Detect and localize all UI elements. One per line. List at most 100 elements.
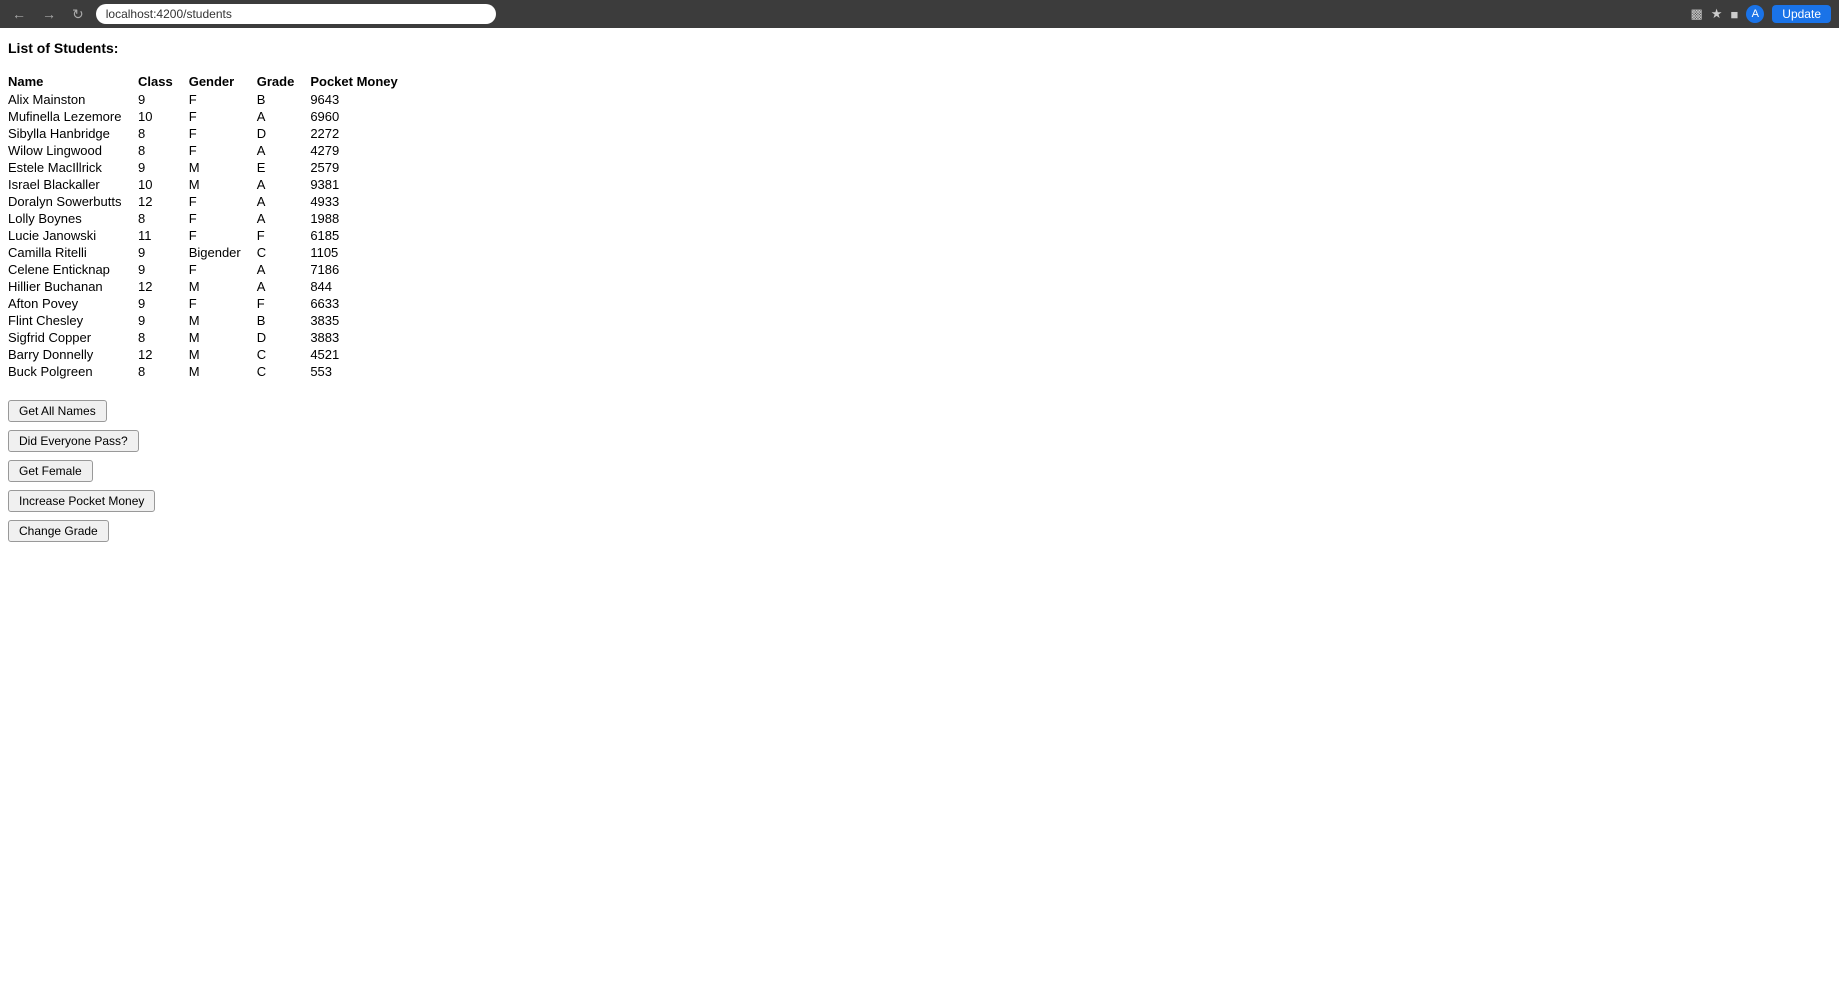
table-row: Doralyn Sowerbutts12FA4933 <box>8 193 414 210</box>
table-row: Barry Donnelly12MC4521 <box>8 346 414 363</box>
page-content: List of Students: Name Class Gender Grad… <box>0 28 1839 554</box>
table-row: Hillier Buchanan12MA844 <box>8 278 414 295</box>
cell-name: Afton Povey <box>8 295 138 312</box>
cell-class: 9 <box>138 91 189 108</box>
cell-name: Mufinella Lezemore <box>8 108 138 125</box>
cell-gender: F <box>189 108 257 125</box>
increase-pocket-money-button[interactable]: Increase Pocket Money <box>8 490 155 512</box>
table-row: Estele MacIllrick9ME2579 <box>8 159 414 176</box>
cell-name: Estele MacIllrick <box>8 159 138 176</box>
cell-gender: F <box>189 193 257 210</box>
cell-name: Flint Chesley <box>8 312 138 329</box>
header-gender: Gender <box>189 72 257 91</box>
table-row: Flint Chesley9MB3835 <box>8 312 414 329</box>
cell-gender: F <box>189 91 257 108</box>
cell-gender: F <box>189 142 257 159</box>
url-text: localhost:4200/students <box>106 7 232 21</box>
cell-pocket_money: 844 <box>310 278 413 295</box>
cell-name: Lucie Janowski <box>8 227 138 244</box>
cell-gender: F <box>189 261 257 278</box>
table-row: Alix Mainston9FB9643 <box>8 91 414 108</box>
cell-name: Israel Blackaller <box>8 176 138 193</box>
back-button[interactable]: ← <box>8 4 30 24</box>
cell-grade: D <box>257 125 311 142</box>
cell-class: 9 <box>138 261 189 278</box>
did-everyone-pass-button[interactable]: Did Everyone Pass? <box>8 430 139 452</box>
cell-class: 10 <box>138 108 189 125</box>
cell-class: 9 <box>138 295 189 312</box>
cell-pocket_money: 6185 <box>310 227 413 244</box>
forward-button[interactable]: → <box>38 4 60 24</box>
cell-gender: F <box>189 295 257 312</box>
address-bar[interactable]: localhost:4200/students <box>96 4 496 24</box>
cell-pocket_money: 9381 <box>310 176 413 193</box>
header-grade: Grade <box>257 72 311 91</box>
cell-pocket_money: 6960 <box>310 108 413 125</box>
cell-grade: C <box>257 346 311 363</box>
cell-gender: M <box>189 363 257 380</box>
cell-grade: A <box>257 176 311 193</box>
students-table: Name Class Gender Grade Pocket Money Ali… <box>8 72 414 380</box>
cell-grade: E <box>257 159 311 176</box>
cell-name: Alix Mainston <box>8 91 138 108</box>
cell-pocket_money: 553 <box>310 363 413 380</box>
table-row: Celene Enticknap9FA7186 <box>8 261 414 278</box>
table-row: Wilow Lingwood8FA4279 <box>8 142 414 159</box>
cell-class: 12 <box>138 346 189 363</box>
cell-name: Wilow Lingwood <box>8 142 138 159</box>
cell-gender: M <box>189 329 257 346</box>
cell-pocket_money: 1105 <box>310 244 413 261</box>
cell-name: Doralyn Sowerbutts <box>8 193 138 210</box>
cell-name: Sigfrid Copper <box>8 329 138 346</box>
cell-class: 12 <box>138 193 189 210</box>
table-row: Sibylla Hanbridge8FD2272 <box>8 125 414 142</box>
cell-grade: C <box>257 363 311 380</box>
change-grade-button[interactable]: Change Grade <box>8 520 109 542</box>
cell-grade: B <box>257 91 311 108</box>
browser-actions: ▩ ★ ■ A Update <box>1690 5 1831 23</box>
cell-grade: D <box>257 329 311 346</box>
header-name: Name <box>8 72 138 91</box>
get-all-names-button[interactable]: Get All Names <box>8 400 107 422</box>
cell-pocket_money: 1988 <box>310 210 413 227</box>
cell-grade: A <box>257 278 311 295</box>
cell-class: 8 <box>138 125 189 142</box>
cell-grade: A <box>257 193 311 210</box>
cell-gender: M <box>189 159 257 176</box>
cell-class: 9 <box>138 244 189 261</box>
extension-icon: ■ <box>1730 7 1738 22</box>
cell-grade: A <box>257 261 311 278</box>
cell-gender: F <box>189 210 257 227</box>
bookmark-icon: ★ <box>1711 6 1723 22</box>
table-header-row: Name Class Gender Grade Pocket Money <box>8 72 414 91</box>
cell-pocket_money: 3835 <box>310 312 413 329</box>
get-female-button[interactable]: Get Female <box>8 460 93 482</box>
cell-grade: B <box>257 312 311 329</box>
cell-gender: M <box>189 176 257 193</box>
cell-name: Celene Enticknap <box>8 261 138 278</box>
table-row: Mufinella Lezemore10FA6960 <box>8 108 414 125</box>
cell-class: 9 <box>138 312 189 329</box>
cell-pocket_money: 2272 <box>310 125 413 142</box>
cell-class: 10 <box>138 176 189 193</box>
cell-pocket_money: 2579 <box>310 159 413 176</box>
table-row: Sigfrid Copper8MD3883 <box>8 329 414 346</box>
cell-gender: M <box>189 278 257 295</box>
refresh-button[interactable]: ↻ <box>68 4 88 25</box>
cast-icon: ▩ <box>1690 6 1702 22</box>
cell-name: Hillier Buchanan <box>8 278 138 295</box>
header-pocket-money: Pocket Money <box>310 72 413 91</box>
cell-grade: C <box>257 244 311 261</box>
cell-pocket_money: 4933 <box>310 193 413 210</box>
cell-name: Barry Donnelly <box>8 346 138 363</box>
cell-pocket_money: 7186 <box>310 261 413 278</box>
cell-grade: A <box>257 108 311 125</box>
cell-gender: F <box>189 227 257 244</box>
cell-gender: Bigender <box>189 244 257 261</box>
cell-class: 8 <box>138 329 189 346</box>
update-button[interactable]: Update <box>1772 5 1831 23</box>
cell-gender: M <box>189 312 257 329</box>
cell-grade: A <box>257 142 311 159</box>
cell-grade: F <box>257 227 311 244</box>
table-row: Lucie Janowski11FF6185 <box>8 227 414 244</box>
